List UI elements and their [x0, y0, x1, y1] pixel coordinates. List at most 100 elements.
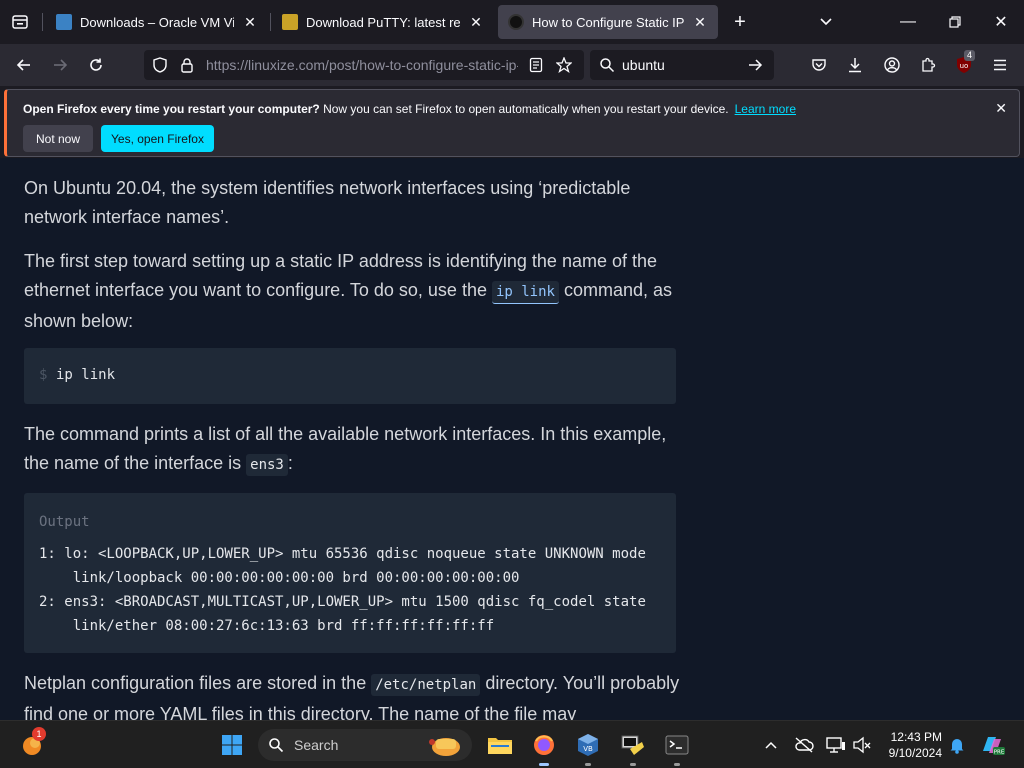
paragraph-4: Netplan configuration files are stored i… — [24, 669, 684, 720]
output-code-block[interactable]: Output 1: lo: <LOOPBACK,UP,LOWER_UP> mtu… — [24, 493, 676, 653]
close-tab-icon[interactable]: ✕ — [692, 14, 708, 30]
tab-separator — [270, 13, 271, 31]
back-button[interactable] — [9, 50, 39, 80]
tab-linuxize[interactable]: How to Configure Static IP Address ✕ — [498, 5, 718, 39]
paragraph-3-text-a: The command prints a list of all the ava… — [24, 424, 667, 473]
chevron-down-icon — [820, 18, 832, 26]
copilot-button[interactable]: PRE — [976, 729, 1008, 761]
command-code-block[interactable]: $ ip link — [24, 348, 676, 404]
virtualbox-taskbar-button[interactable]: VB — [572, 729, 604, 766]
windows-logo-icon — [222, 735, 242, 755]
folder-icon — [488, 738, 512, 754]
ublock-button[interactable]: uo 4 — [949, 50, 979, 80]
bookmark-star-icon[interactable] — [556, 57, 572, 73]
paragraph-4-text-a: Netplan configuration files are stored i… — [24, 673, 372, 693]
close-tab-icon[interactable]: ✕ — [468, 14, 484, 30]
notification-bar: Open Firefox every time you restart your… — [4, 89, 1020, 157]
weather-widget[interactable]: 1 — [16, 727, 48, 761]
not-now-button[interactable]: Not now — [23, 125, 93, 152]
volume-button[interactable] — [848, 729, 876, 761]
minimize-icon: — — [900, 13, 916, 30]
paragraph-2: The first step toward setting up a stati… — [24, 247, 684, 336]
copilot-icon: PRE — [983, 737, 1005, 756]
show-hidden-icons-button[interactable] — [757, 729, 785, 761]
search-input[interactable]: ubuntu — [622, 57, 665, 73]
reader-view-icon[interactable] — [528, 57, 544, 73]
output-line: 2: ens3: <BROADCAST,MULTICAST,UP,LOWER_U… — [39, 594, 646, 610]
tab-separator — [42, 13, 43, 31]
close-notification-icon[interactable]: ✕ — [995, 100, 1007, 117]
hamburger-menu-icon — [994, 59, 1006, 71]
address-bar[interactable]: https://linuxize.com/post/how-to-configu… — [144, 50, 584, 80]
yes-open-firefox-button[interactable]: Yes, open Firefox — [101, 125, 214, 152]
tab-putty[interactable]: Download PuTTY: latest release ✕ — [272, 5, 494, 39]
search-bar[interactable]: ubuntu — [590, 50, 774, 80]
cloud-off-icon — [795, 737, 814, 753]
prompt-symbol: $ — [39, 367, 48, 383]
new-tab-button[interactable]: + — [726, 8, 754, 36]
reload-icon — [90, 58, 102, 71]
terminal-icon — [665, 735, 689, 755]
notifications-button[interactable] — [943, 729, 971, 761]
file-explorer-button[interactable] — [484, 729, 516, 761]
network-display-icon — [826, 737, 845, 753]
search-icon — [269, 738, 284, 753]
arrow-right-icon — [54, 59, 68, 71]
go-arrow-icon[interactable] — [747, 57, 763, 73]
tab-list-button[interactable] — [8, 10, 32, 34]
close-window-button[interactable]: ✕ — [987, 8, 1015, 36]
learn-more-link[interactable]: Learn more — [735, 102, 796, 116]
restore-icon — [949, 16, 961, 28]
output-line: link/loopback 00:00:00:00:00:00 brd 00:0… — [39, 570, 520, 586]
clock-time: 12:43 PM — [890, 730, 942, 744]
menu-button[interactable] — [985, 50, 1015, 80]
taskbar-search[interactable]: Search — [258, 729, 472, 761]
lock-icon[interactable] — [179, 57, 195, 73]
running-indicator — [674, 763, 680, 766]
virtualbox-icon — [56, 14, 72, 30]
ens3-code: ens3 — [246, 454, 288, 476]
pocket-button[interactable] — [804, 50, 834, 80]
weather-badge: 1 — [32, 727, 46, 741]
onedrive-button[interactable] — [790, 729, 818, 761]
running-indicator — [630, 763, 636, 766]
start-button[interactable] — [216, 729, 248, 761]
reload-button[interactable] — [81, 50, 111, 80]
svg-text:VB: VB — [583, 745, 593, 753]
tab-virtualbox[interactable]: Downloads – Oracle VM VirtualBox ✕ — [46, 5, 268, 39]
putty-taskbar-button[interactable] — [617, 729, 649, 766]
downloads-button[interactable] — [840, 50, 870, 80]
shield-icon[interactable] — [152, 57, 168, 73]
list-all-tabs-button[interactable] — [812, 8, 840, 36]
extensions-button[interactable] — [913, 50, 943, 80]
virtualbox-icon: VB — [578, 734, 598, 756]
terminal-taskbar-button[interactable] — [661, 729, 693, 766]
account-button[interactable] — [877, 50, 907, 80]
minimize-button[interactable]: — — [894, 8, 922, 36]
notification-text: Now you can set Firefox to open automati… — [319, 102, 729, 116]
close-tab-icon[interactable]: ✕ — [242, 14, 258, 30]
ip-link-code-link[interactable]: ip link — [491, 281, 559, 304]
url-text[interactable]: https://linuxize.com/post/how-to-configu… — [206, 57, 518, 73]
extension-badge: 4 — [964, 50, 976, 61]
nav-bar: https://linuxize.com/post/how-to-configu… — [0, 44, 1024, 86]
output-line: 1: lo: <LOOPBACK,UP,LOWER_UP> mtu 65536 … — [39, 546, 646, 562]
download-icon — [849, 58, 861, 73]
netplan-dir-code: /etc/netplan — [371, 674, 481, 696]
network-button[interactable] — [822, 729, 850, 761]
firefox-taskbar-button[interactable] — [528, 729, 560, 766]
taskbar: 1 Search VB 12:43 PM 9/10/2024 PRE — [0, 720, 1024, 768]
tab-title: Downloads – Oracle VM VirtualBox — [80, 14, 234, 30]
volume-muted-icon — [853, 736, 871, 754]
system-clock[interactable]: 12:43 PM 9/10/2024 — [880, 729, 942, 761]
tab-title: How to Configure Static IP Address — [532, 14, 684, 30]
forward-button[interactable] — [45, 50, 75, 80]
notification-message: Open Firefox every time you restart your… — [23, 102, 796, 116]
search-icon — [600, 58, 615, 73]
running-indicator — [585, 763, 591, 766]
notification-bold: Open Firefox every time you restart your… — [23, 102, 320, 116]
restore-button[interactable] — [941, 8, 969, 36]
arrow-left-icon — [16, 59, 30, 71]
page-content[interactable]: On Ubuntu 20.04, the system identifies n… — [0, 158, 1024, 720]
tab-bar: Downloads – Oracle VM VirtualBox ✕ Downl… — [0, 0, 1024, 44]
